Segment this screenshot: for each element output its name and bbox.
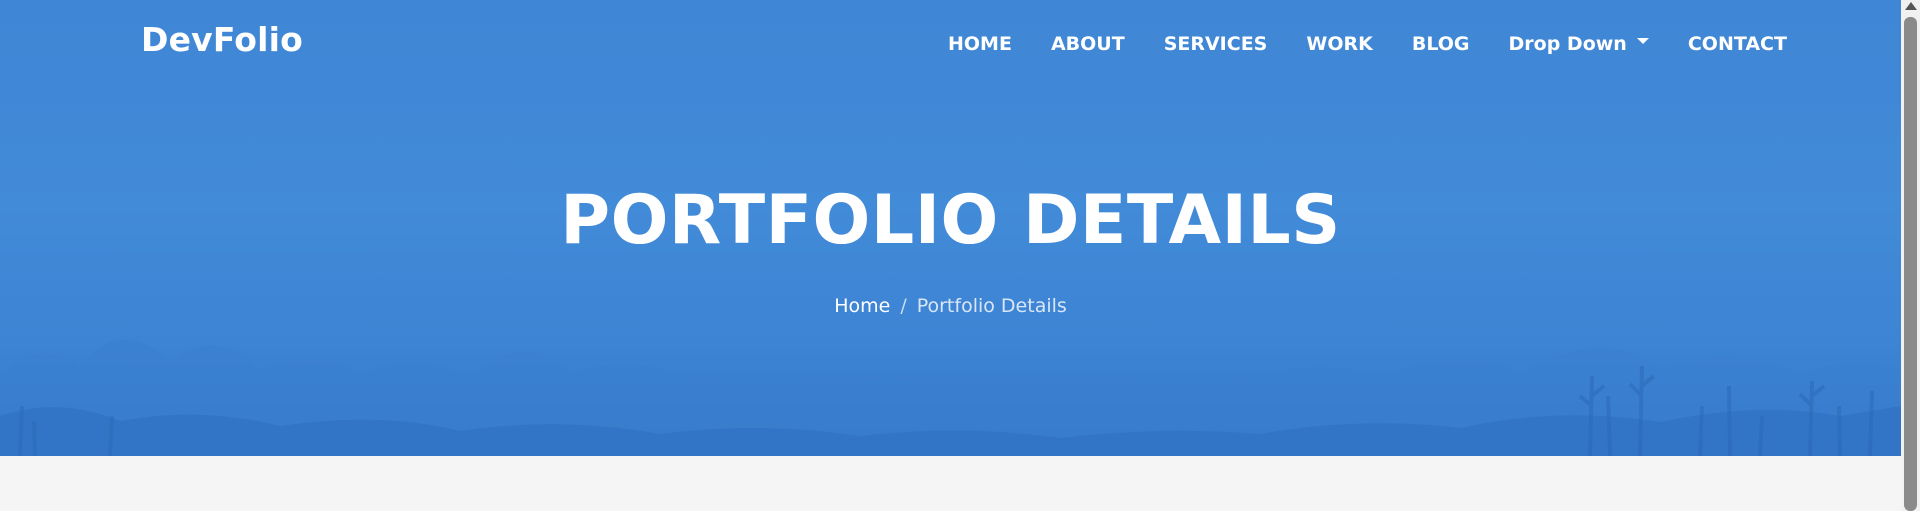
nav-item-work[interactable]: WORK xyxy=(1306,33,1372,55)
scrollbar-thumb[interactable] xyxy=(1904,17,1917,511)
breadcrumb: Home / Portfolio Details xyxy=(0,293,1901,319)
breadcrumb-separator: / xyxy=(900,295,907,317)
nav-item-blog[interactable]: BLOG xyxy=(1412,33,1470,55)
page: DevFolio HOME ABOUT SERVICES WORK BLOG D… xyxy=(0,0,1920,511)
brand-logo[interactable]: DevFolio xyxy=(141,20,303,59)
main-nav: HOME ABOUT SERVICES WORK BLOG Drop Down … xyxy=(948,31,1787,57)
nav-item-services[interactable]: SERVICES xyxy=(1164,33,1268,55)
nav-item-dropdown-label: Drop Down xyxy=(1508,33,1627,55)
scroll-up-arrow-icon[interactable] xyxy=(1905,2,1917,10)
nav-item-dropdown[interactable]: Drop Down xyxy=(1509,33,1649,55)
forest-background-image xyxy=(0,339,1901,456)
nav-item-about[interactable]: ABOUT xyxy=(1051,33,1125,55)
navbar: DevFolio HOME ABOUT SERVICES WORK BLOG D… xyxy=(0,0,1901,84)
nav-item-contact[interactable]: CONTACT xyxy=(1688,33,1787,55)
nav-item-home[interactable]: HOME xyxy=(948,33,1012,55)
hero-section: DevFolio HOME ABOUT SERVICES WORK BLOG D… xyxy=(0,0,1901,456)
main-content-area xyxy=(0,456,1901,511)
breadcrumb-current: Portfolio Details xyxy=(916,295,1067,317)
breadcrumb-home-link[interactable]: Home xyxy=(834,295,890,317)
page-title: PORTFOLIO DETAILS xyxy=(560,181,1341,260)
vertical-scrollbar[interactable] xyxy=(1901,0,1920,511)
caret-down-icon xyxy=(1636,38,1649,44)
